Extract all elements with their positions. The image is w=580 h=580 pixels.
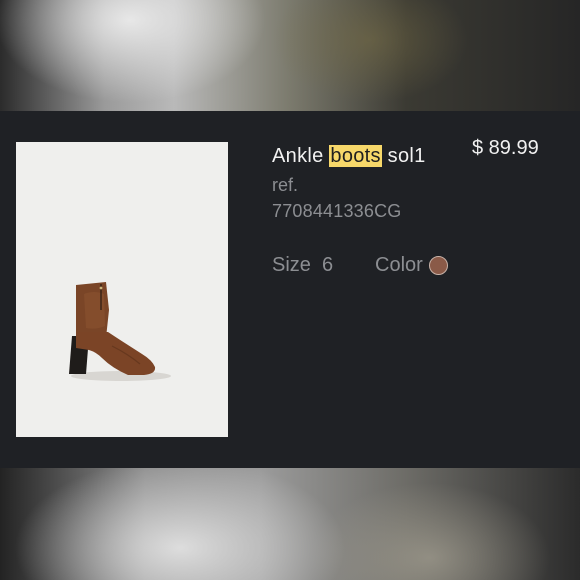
product-price: $ 89.99 <box>472 137 539 159</box>
color-label: Color <box>375 254 423 276</box>
product-image[interactable] <box>16 142 228 437</box>
size-info: Size 6 <box>272 254 333 277</box>
ref-label: ref. <box>272 175 299 195</box>
product-card: Ankle boots sol1 $ 89.99 ref. 7708441336… <box>0 111 580 468</box>
ref-code: 7708441336CG <box>272 201 402 221</box>
color-swatch <box>428 256 448 275</box>
title-text: Ankle <box>272 145 330 167</box>
boot-image <box>16 142 228 437</box>
title-suffix: sol1 <box>381 145 426 167</box>
size-value: 6 <box>322 254 334 276</box>
background-bottom <box>0 468 580 580</box>
color-info: Color <box>375 254 448 277</box>
title-highlight: boots <box>329 145 382 167</box>
size-label: Size <box>272 254 311 276</box>
background-top <box>0 0 580 111</box>
product-title[interactable]: Ankle boots sol1 <box>272 145 426 168</box>
